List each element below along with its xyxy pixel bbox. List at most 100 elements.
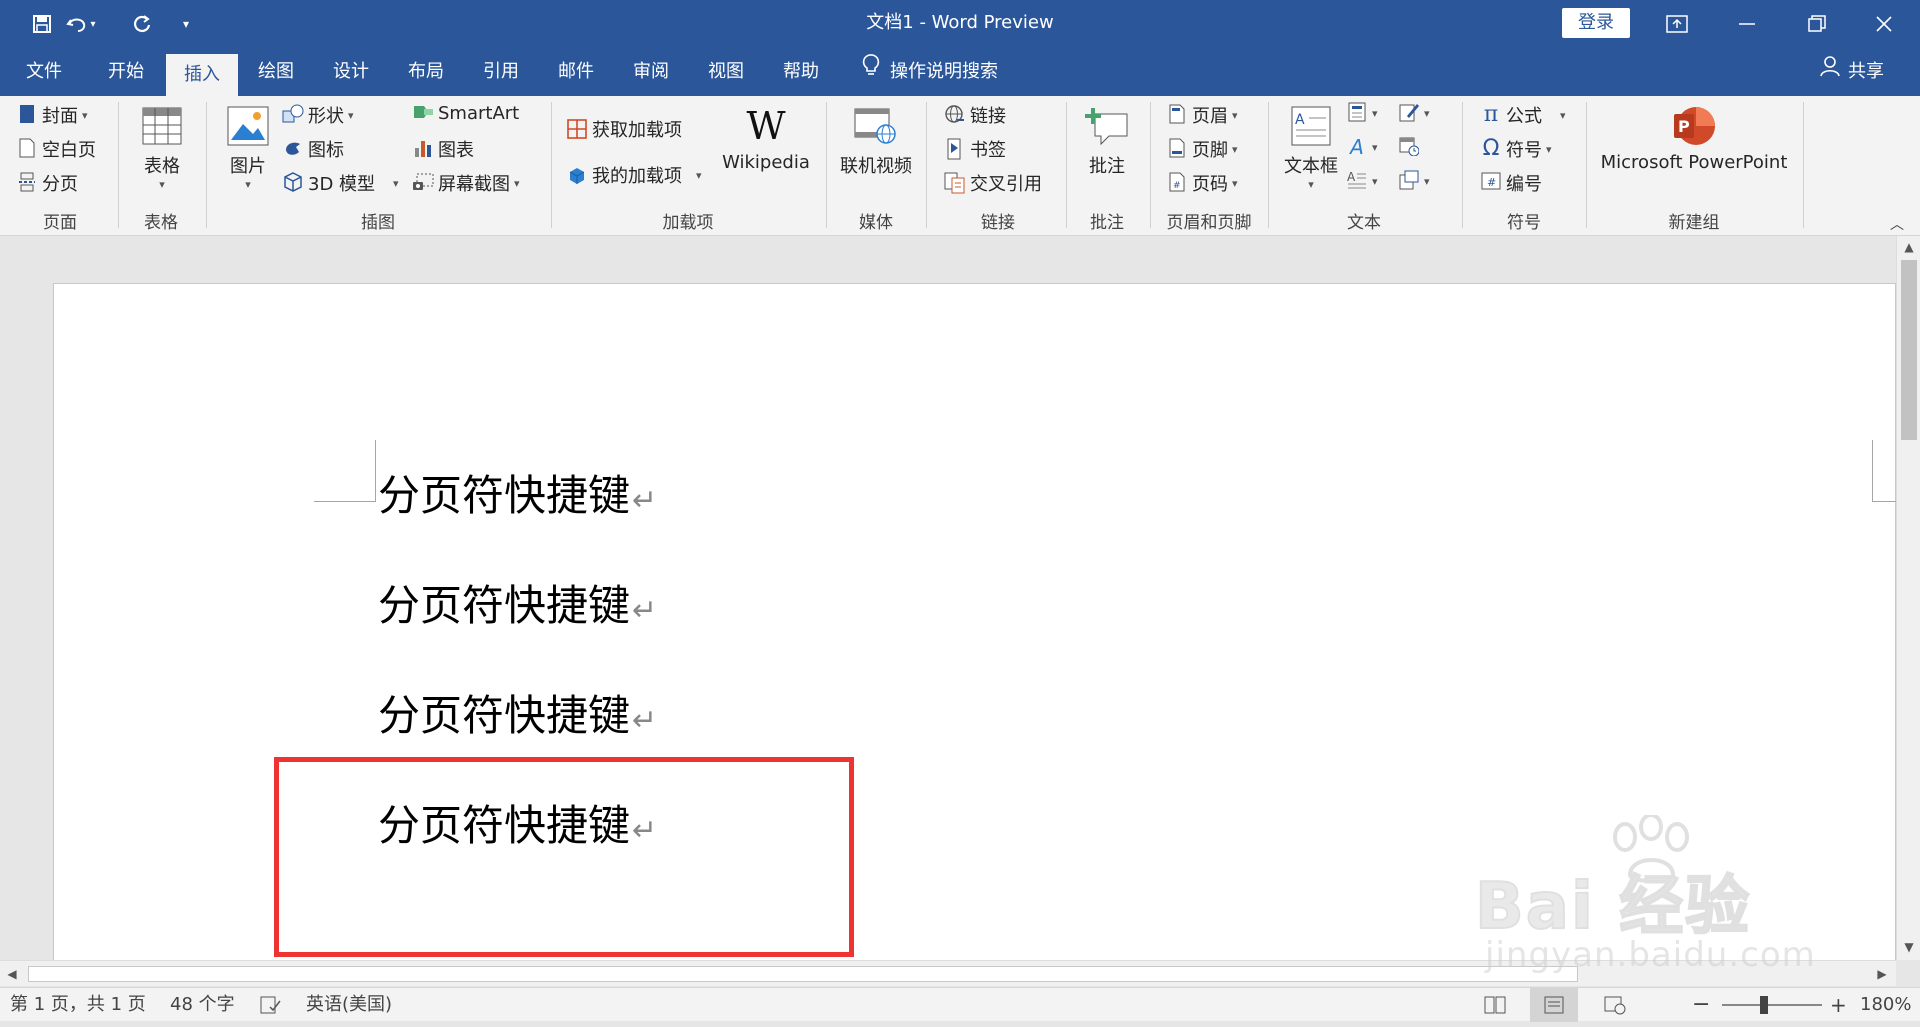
ribbon-display-options-icon[interactable] — [1645, 0, 1709, 48]
vertical-scrollbar[interactable]: ▲ ▼ — [1896, 236, 1920, 960]
link-button[interactable]: 链接 — [944, 102, 1006, 128]
group-label-links: 链接 — [981, 213, 1015, 233]
table-button[interactable]: 表格 ▾ — [132, 104, 192, 191]
paragraph[interactable]: 分页符快捷键↵ — [378, 462, 657, 523]
chart-button[interactable]: 图表 — [412, 136, 474, 162]
group-separator — [826, 102, 827, 228]
page-number-button[interactable]: # 页码 ▾ — [1166, 170, 1238, 196]
text-box-button[interactable]: A 文本框 ▾ — [1278, 104, 1344, 191]
group-separator — [1066, 102, 1067, 228]
share-button[interactable]: 共享 — [1820, 48, 1884, 96]
tab-mailings[interactable]: 邮件 — [544, 48, 608, 96]
online-video-button[interactable]: 联机视频 — [836, 104, 916, 178]
zoom-slider[interactable] — [1722, 1004, 1822, 1006]
zoom-slider-thumb[interactable] — [1760, 996, 1768, 1014]
new-comment-button[interactable]: 批注 — [1076, 104, 1138, 178]
tab-review[interactable]: 审阅 — [619, 48, 683, 96]
print-layout-icon[interactable] — [1530, 988, 1578, 1022]
shapes-button[interactable]: 形状 ▾ — [282, 102, 354, 128]
tab-home[interactable]: 开始 — [94, 48, 158, 96]
tab-insert[interactable]: 插入 — [166, 54, 238, 96]
page-break-icon — [16, 172, 38, 194]
svg-text:A: A — [1295, 112, 1305, 128]
collapse-ribbon-icon[interactable]: ︿ — [1890, 214, 1904, 234]
equation-label: 公式 — [1506, 106, 1542, 127]
window-title: 文档1 - Word Preview — [866, 12, 1054, 33]
cross-reference-button[interactable]: 交叉引用 — [944, 170, 1042, 196]
paragraph[interactable]: 分页符快捷键↵ — [378, 682, 657, 743]
date-time-button[interactable] — [1398, 136, 1420, 158]
scroll-down-icon[interactable]: ▼ — [1897, 936, 1920, 958]
zoom-level[interactable]: 180% — [1860, 988, 1911, 1022]
header-button[interactable]: 页眉 ▾ — [1166, 102, 1238, 128]
wordart-icon: A — [1350, 135, 1364, 159]
minimize-icon[interactable] — [1715, 0, 1779, 48]
login-button[interactable]: 登录 — [1562, 8, 1630, 38]
blank-page-button[interactable]: 空白页 — [16, 136, 96, 162]
equation-button[interactable]: π 公式 ▾ — [1480, 102, 1566, 128]
paragraph-mark-icon: ↵ — [632, 483, 658, 518]
powerpoint-button[interactable]: P Microsoft PowerPoint — [1598, 104, 1790, 173]
wikipedia-button[interactable]: W Wikipedia — [718, 104, 814, 173]
pictures-button[interactable]: 图片 ▾ — [220, 104, 276, 191]
tab-help[interactable]: 帮助 — [769, 48, 833, 96]
zoom-in-button[interactable]: + — [1830, 988, 1847, 1022]
tab-references[interactable]: 引用 — [469, 48, 533, 96]
footer-button[interactable]: 页脚 ▾ — [1166, 136, 1238, 162]
vertical-scroll-thumb[interactable] — [1901, 260, 1917, 440]
close-icon[interactable] — [1852, 0, 1916, 48]
scroll-right-icon[interactable]: ▶ — [1870, 963, 1894, 985]
object-icon — [1398, 170, 1420, 192]
horizontal-scrollbar[interactable]: ◀ ▶ — [0, 960, 1896, 986]
cover-page-button[interactable]: 封面 ▾ — [16, 102, 88, 128]
scroll-up-icon[interactable]: ▲ — [1897, 236, 1920, 258]
my-addins-button[interactable]: 我的加载项 ▾ — [566, 162, 702, 188]
paragraph[interactable]: 分页符快捷键↵ — [378, 572, 657, 633]
zoom-out-button[interactable]: − — [1692, 988, 1710, 1022]
powerpoint-icon: P — [1672, 104, 1716, 148]
page-count[interactable]: 第 1 页，共 1 页 — [10, 988, 146, 1022]
tell-me-search[interactable]: 操作说明搜索 — [862, 48, 998, 96]
scroll-left-icon[interactable]: ◀ — [0, 963, 24, 985]
online-video-label: 联机视频 — [840, 156, 912, 177]
language-indicator[interactable]: 英语(美国) — [306, 988, 392, 1022]
tab-file[interactable]: 文件 — [12, 48, 76, 96]
undo-icon[interactable]: ▾ — [62, 10, 100, 38]
symbol-button[interactable]: Ω 符号 ▾ — [1480, 136, 1552, 162]
bookmark-icon — [944, 138, 966, 160]
get-addins-button[interactable]: 获取加载项 — [566, 116, 682, 142]
smartart-button[interactable]: SmartArt — [412, 102, 519, 124]
smartart-label: SmartArt — [438, 102, 520, 124]
proofing-icon[interactable] — [260, 988, 282, 1022]
web-layout-icon[interactable] — [1604, 988, 1626, 1022]
bookmark-button[interactable]: 书签 — [944, 136, 1006, 162]
title-bar: ▾ ▾ 文档1 - Word Preview 登录 — [0, 0, 1920, 48]
signature-line-button[interactable]: ▾ — [1398, 102, 1430, 124]
chart-icon — [412, 138, 434, 160]
3d-models-button[interactable]: 3D 模型 ▾ — [282, 170, 399, 196]
drop-cap-button[interactable]: A ▾ — [1346, 170, 1378, 192]
customize-toolbar-icon[interactable]: ▾ — [172, 10, 200, 38]
quick-parts-button[interactable]: ▾ — [1346, 102, 1378, 124]
text-box-label: 文本框 — [1284, 156, 1338, 177]
tab-layout[interactable]: 布局 — [394, 48, 458, 96]
tab-draw[interactable]: 绘图 — [244, 48, 308, 96]
word-count[interactable]: 48 个字 — [170, 988, 235, 1022]
read-mode-icon[interactable] — [1484, 988, 1506, 1022]
bookmark-label: 书签 — [970, 140, 1006, 161]
tab-design[interactable]: 设计 — [319, 48, 383, 96]
screenshot-button[interactable]: 屏幕截图 ▾ — [412, 170, 520, 196]
restore-icon[interactable] — [1785, 0, 1849, 48]
icons-button[interactable]: 图标 — [282, 136, 344, 162]
page-break-button[interactable]: 分页 — [16, 170, 78, 196]
object-button[interactable]: ▾ — [1398, 170, 1430, 192]
save-icon[interactable] — [28, 10, 56, 38]
horizontal-scroll-thumb[interactable] — [28, 966, 1578, 982]
redo-icon[interactable] — [128, 10, 156, 38]
paragraph-mark-icon: ↵ — [632, 703, 658, 738]
icons-icon — [282, 138, 304, 160]
group-separator — [206, 102, 207, 228]
numbering-button[interactable]: # 编号 — [1480, 170, 1542, 196]
tab-view[interactable]: 视图 — [694, 48, 758, 96]
wordart-button[interactable]: A ▾ — [1346, 135, 1377, 159]
